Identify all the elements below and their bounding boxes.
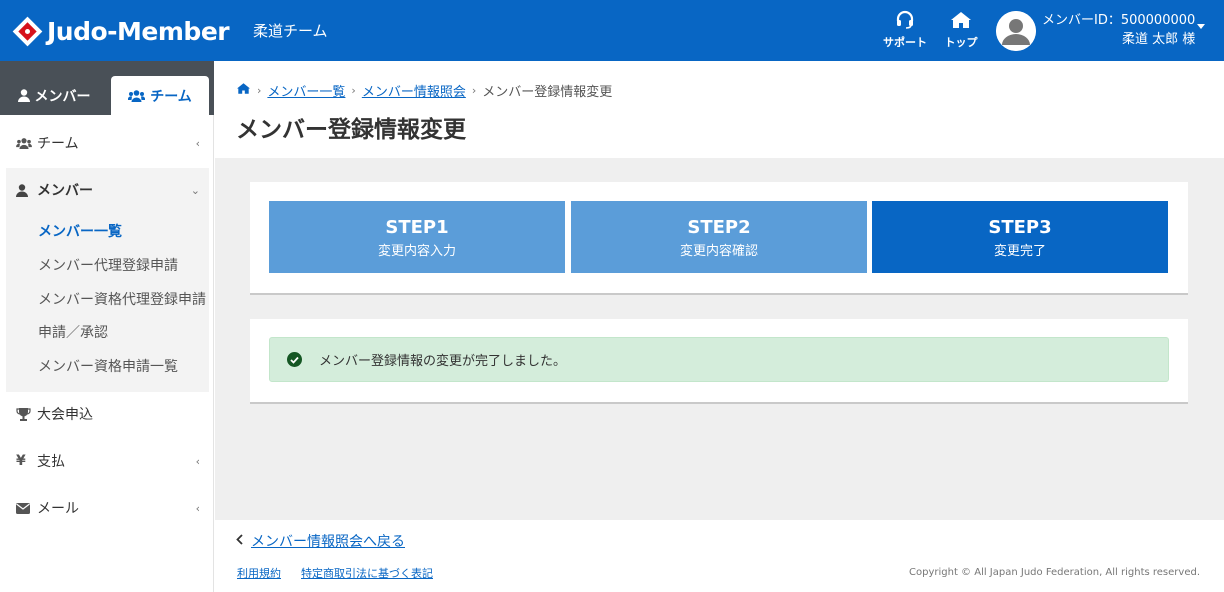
commerce-law-link[interactable]: 特定商取引法に基づく表記 [301,565,433,581]
home-icon [936,9,986,31]
sidebar-item-team[interactable]: チーム ‹ [0,123,214,163]
user-menu[interactable]: メンバーID：500000000 柔道 太郎 様 [996,11,1195,51]
avatar [996,11,1036,51]
breadcrumb-separator: › [257,84,262,97]
step-title: STEP1 [385,217,449,238]
sidebar-item-payment[interactable]: ¥ 支払 ‹ [0,441,214,481]
caret-down-icon[interactable] [1197,24,1205,29]
trophy-icon [16,407,34,421]
alert-message: メンバー登録情報の変更が完了しました。 [319,354,567,369]
sidebar-item-label: 大会申込 [37,407,93,423]
tab-member-label: メンバー [34,88,91,105]
step-subtitle: 変更完了 [993,244,1046,259]
sidebar-item-label: チーム [37,136,79,152]
sidebar-subitem-member-list[interactable]: メンバー一覧 [38,221,122,241]
page-header: › メンバー一覧 › メンバー情報照会 › メンバー登録情報変更 メンバー登録情… [215,61,1224,158]
sidebar-item-tournament[interactable]: 大会申込 [0,394,214,434]
judo-diamond-icon [12,16,43,47]
top-button[interactable]: トップ [936,9,986,50]
breadcrumb-separator: › [351,84,356,97]
sidebar-item-mail[interactable]: メール ‹ [0,488,214,528]
home-icon[interactable] [236,82,251,99]
envelope-icon [16,502,34,514]
sidebar-subitem-qualification-proxy[interactable]: メンバー資格代理登録申請 [38,289,206,309]
copyright: Copyright © All Japan Judo Federation, A… [909,567,1200,578]
sidebar-subitem-proxy-register[interactable]: メンバー代理登録申請 [38,255,178,275]
logo-text: Judo-Member [47,17,230,46]
back-to-member-info-link[interactable]: メンバー情報照会へ戻る [236,531,405,551]
steps-panel: STEP1 変更内容入力 STEP2 変更内容確認 STEP3 変更完了 [250,182,1188,295]
step-subtitle: 変更内容入力 [377,244,456,259]
breadcrumb-member-info[interactable]: メンバー情報照会 [362,81,466,100]
users-icon [128,89,146,102]
member-id: メンバーID：500000000 [1042,13,1196,28]
page-title: メンバー登録情報変更 [236,117,466,143]
tab-member[interactable]: メンバー [0,76,108,115]
user-icon [16,183,34,197]
step-subtitle: 変更内容確認 [679,244,758,259]
chevron-left-icon [236,533,243,549]
chevron-left-icon: ‹ [195,137,200,150]
sidebar-item-label: 支払 [37,454,65,470]
top-label: トップ [944,36,978,49]
sidebar-item-label: メール [37,501,79,517]
sidebar-subitem-qualification-list[interactable]: メンバー資格申請一覧 [38,356,178,376]
sidebar-item-member[interactable]: メンバー ⌄ [0,170,214,210]
sidebar: メンバー チーム チーム ‹ メンバー ⌄ メンバー一覧 メンバー代理登録申請 … [0,61,214,592]
back-link-label: メンバー情報照会へ戻る [251,534,405,550]
step-title: STEP3 [988,217,1052,238]
user-icon [17,89,30,102]
step-title: STEP2 [687,217,751,238]
tab-team-label: チーム [150,88,192,105]
user-name: 柔道 太郎 様 [1122,32,1196,47]
breadcrumb-current: メンバー登録情報変更 [482,85,613,100]
message-panel: メンバー登録情報の変更が完了しました。 [250,319,1188,404]
headset-icon [880,9,930,31]
users-icon [16,137,34,149]
sidebar-subitem-approval[interactable]: 申請／承認 [38,322,108,342]
sidebar-item-label: メンバー [37,183,93,199]
breadcrumb-member-list[interactable]: メンバー一覧 [267,81,345,100]
footer: メンバー情報照会へ戻る 利用規約 特定商取引法に基づく表記 Copyright … [215,520,1224,592]
app-header: Judo-Member 柔道チーム サポート トップ メンバーID：500000… [0,0,1224,61]
tab-team[interactable]: チーム [111,76,209,115]
content-area: STEP1 変更内容入力 STEP2 変更内容確認 STEP3 変更完了 メンバ… [215,158,1224,520]
breadcrumb-separator: › [471,84,477,97]
yen-icon: ¥ [16,453,26,469]
sidebar-tabs: メンバー チーム [0,61,214,115]
chevron-left-icon: ‹ [195,502,200,515]
terms-link[interactable]: 利用規約 [237,565,281,581]
support-label: サポート [883,36,927,49]
chevron-down-icon: ⌄ [190,184,200,197]
chevron-left-icon: ‹ [195,455,200,468]
step-3: STEP3 変更完了 [872,201,1168,273]
success-alert: メンバー登録情報の変更が完了しました。 [269,337,1169,382]
step-1: STEP1 変更内容入力 [269,201,565,273]
support-button[interactable]: サポート [880,9,930,50]
step-2: STEP2 変更内容確認 [571,201,867,273]
main-content: › メンバー一覧 › メンバー情報照会 › メンバー登録情報変更 メンバー登録情… [215,61,1224,592]
check-circle-icon [287,352,302,367]
team-name: 柔道チーム [253,22,328,40]
app-logo[interactable]: Judo-Member [12,16,230,47]
breadcrumb: › メンバー一覧 › メンバー情報照会 › メンバー登録情報変更 [236,81,612,100]
